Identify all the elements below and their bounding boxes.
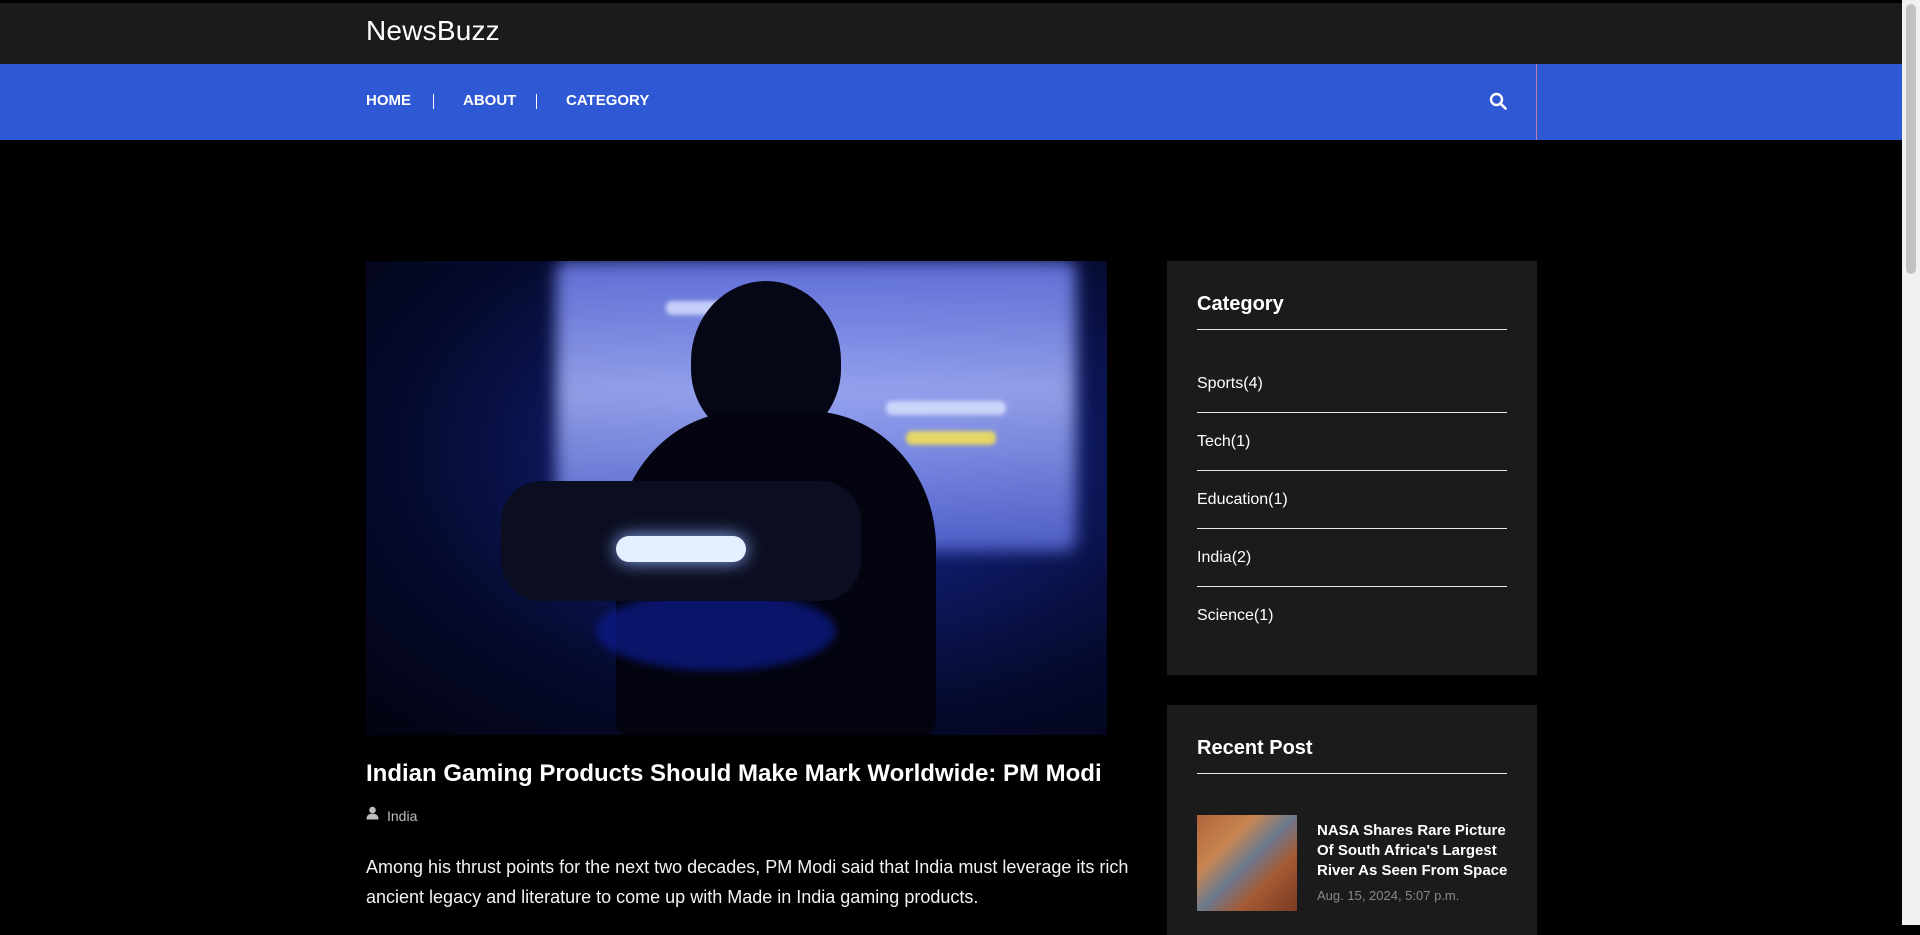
top-header: NewsBuzz bbox=[0, 0, 1902, 64]
recent-post-title[interactable]: NASA Shares Rare Picture Of South Africa… bbox=[1317, 821, 1517, 881]
image-detail bbox=[886, 401, 1006, 415]
user-icon bbox=[366, 806, 379, 825]
post-title[interactable]: Indian Gaming Products Should Make Mark … bbox=[366, 760, 1102, 788]
recent-post-date: Aug. 15, 2024, 5:07 p.m. bbox=[1317, 888, 1460, 903]
image-hand bbox=[596, 591, 836, 671]
widget-divider bbox=[1197, 329, 1507, 330]
nav-category[interactable]: CATEGORY bbox=[566, 92, 649, 109]
recent-post-widget: Recent Post NASA Shares Rare Picture Of … bbox=[1167, 705, 1537, 935]
nav-divider bbox=[433, 94, 434, 109]
category-item-science[interactable]: Science(1) bbox=[1197, 607, 1273, 625]
category-item-education[interactable]: Education(1) bbox=[1197, 491, 1288, 509]
nav-about[interactable]: ABOUT bbox=[463, 92, 516, 109]
post-category[interactable]: India bbox=[387, 808, 417, 824]
category-item-tech[interactable]: Tech(1) bbox=[1197, 433, 1250, 451]
image-edge bbox=[1107, 261, 1137, 735]
category-item-india[interactable]: India(2) bbox=[1197, 549, 1251, 567]
scrollbar-thumb[interactable] bbox=[1906, 4, 1916, 274]
list-divider bbox=[1197, 528, 1507, 529]
nav-divider bbox=[536, 94, 537, 109]
recent-post-thumbnail[interactable] bbox=[1197, 815, 1297, 911]
nav-divider-right bbox=[1536, 64, 1537, 140]
post-excerpt: Among his thrust points for the next two… bbox=[366, 857, 1129, 907]
list-divider bbox=[1197, 470, 1507, 471]
image-controller-light bbox=[616, 536, 746, 562]
post-meta: India bbox=[366, 806, 417, 825]
site-brand[interactable]: NewsBuzz bbox=[366, 15, 500, 47]
post-featured-image[interactable] bbox=[366, 261, 1137, 735]
nav-home[interactable]: HOME bbox=[366, 92, 411, 109]
list-divider bbox=[1197, 412, 1507, 413]
image-detail bbox=[906, 431, 996, 445]
category-widget-title: Category bbox=[1197, 293, 1284, 315]
main-nav: HOME ABOUT CATEGORY bbox=[0, 64, 1902, 140]
category-widget: Category Sports(4) Tech(1) Education(1) … bbox=[1167, 261, 1537, 675]
page-scrollbar[interactable] bbox=[1902, 0, 1920, 925]
category-item-sports[interactable]: Sports(4) bbox=[1197, 375, 1263, 393]
recent-widget-title: Recent Post bbox=[1197, 737, 1313, 759]
list-divider bbox=[1197, 586, 1507, 587]
widget-divider bbox=[1197, 773, 1507, 774]
search-icon[interactable] bbox=[1489, 92, 1507, 115]
